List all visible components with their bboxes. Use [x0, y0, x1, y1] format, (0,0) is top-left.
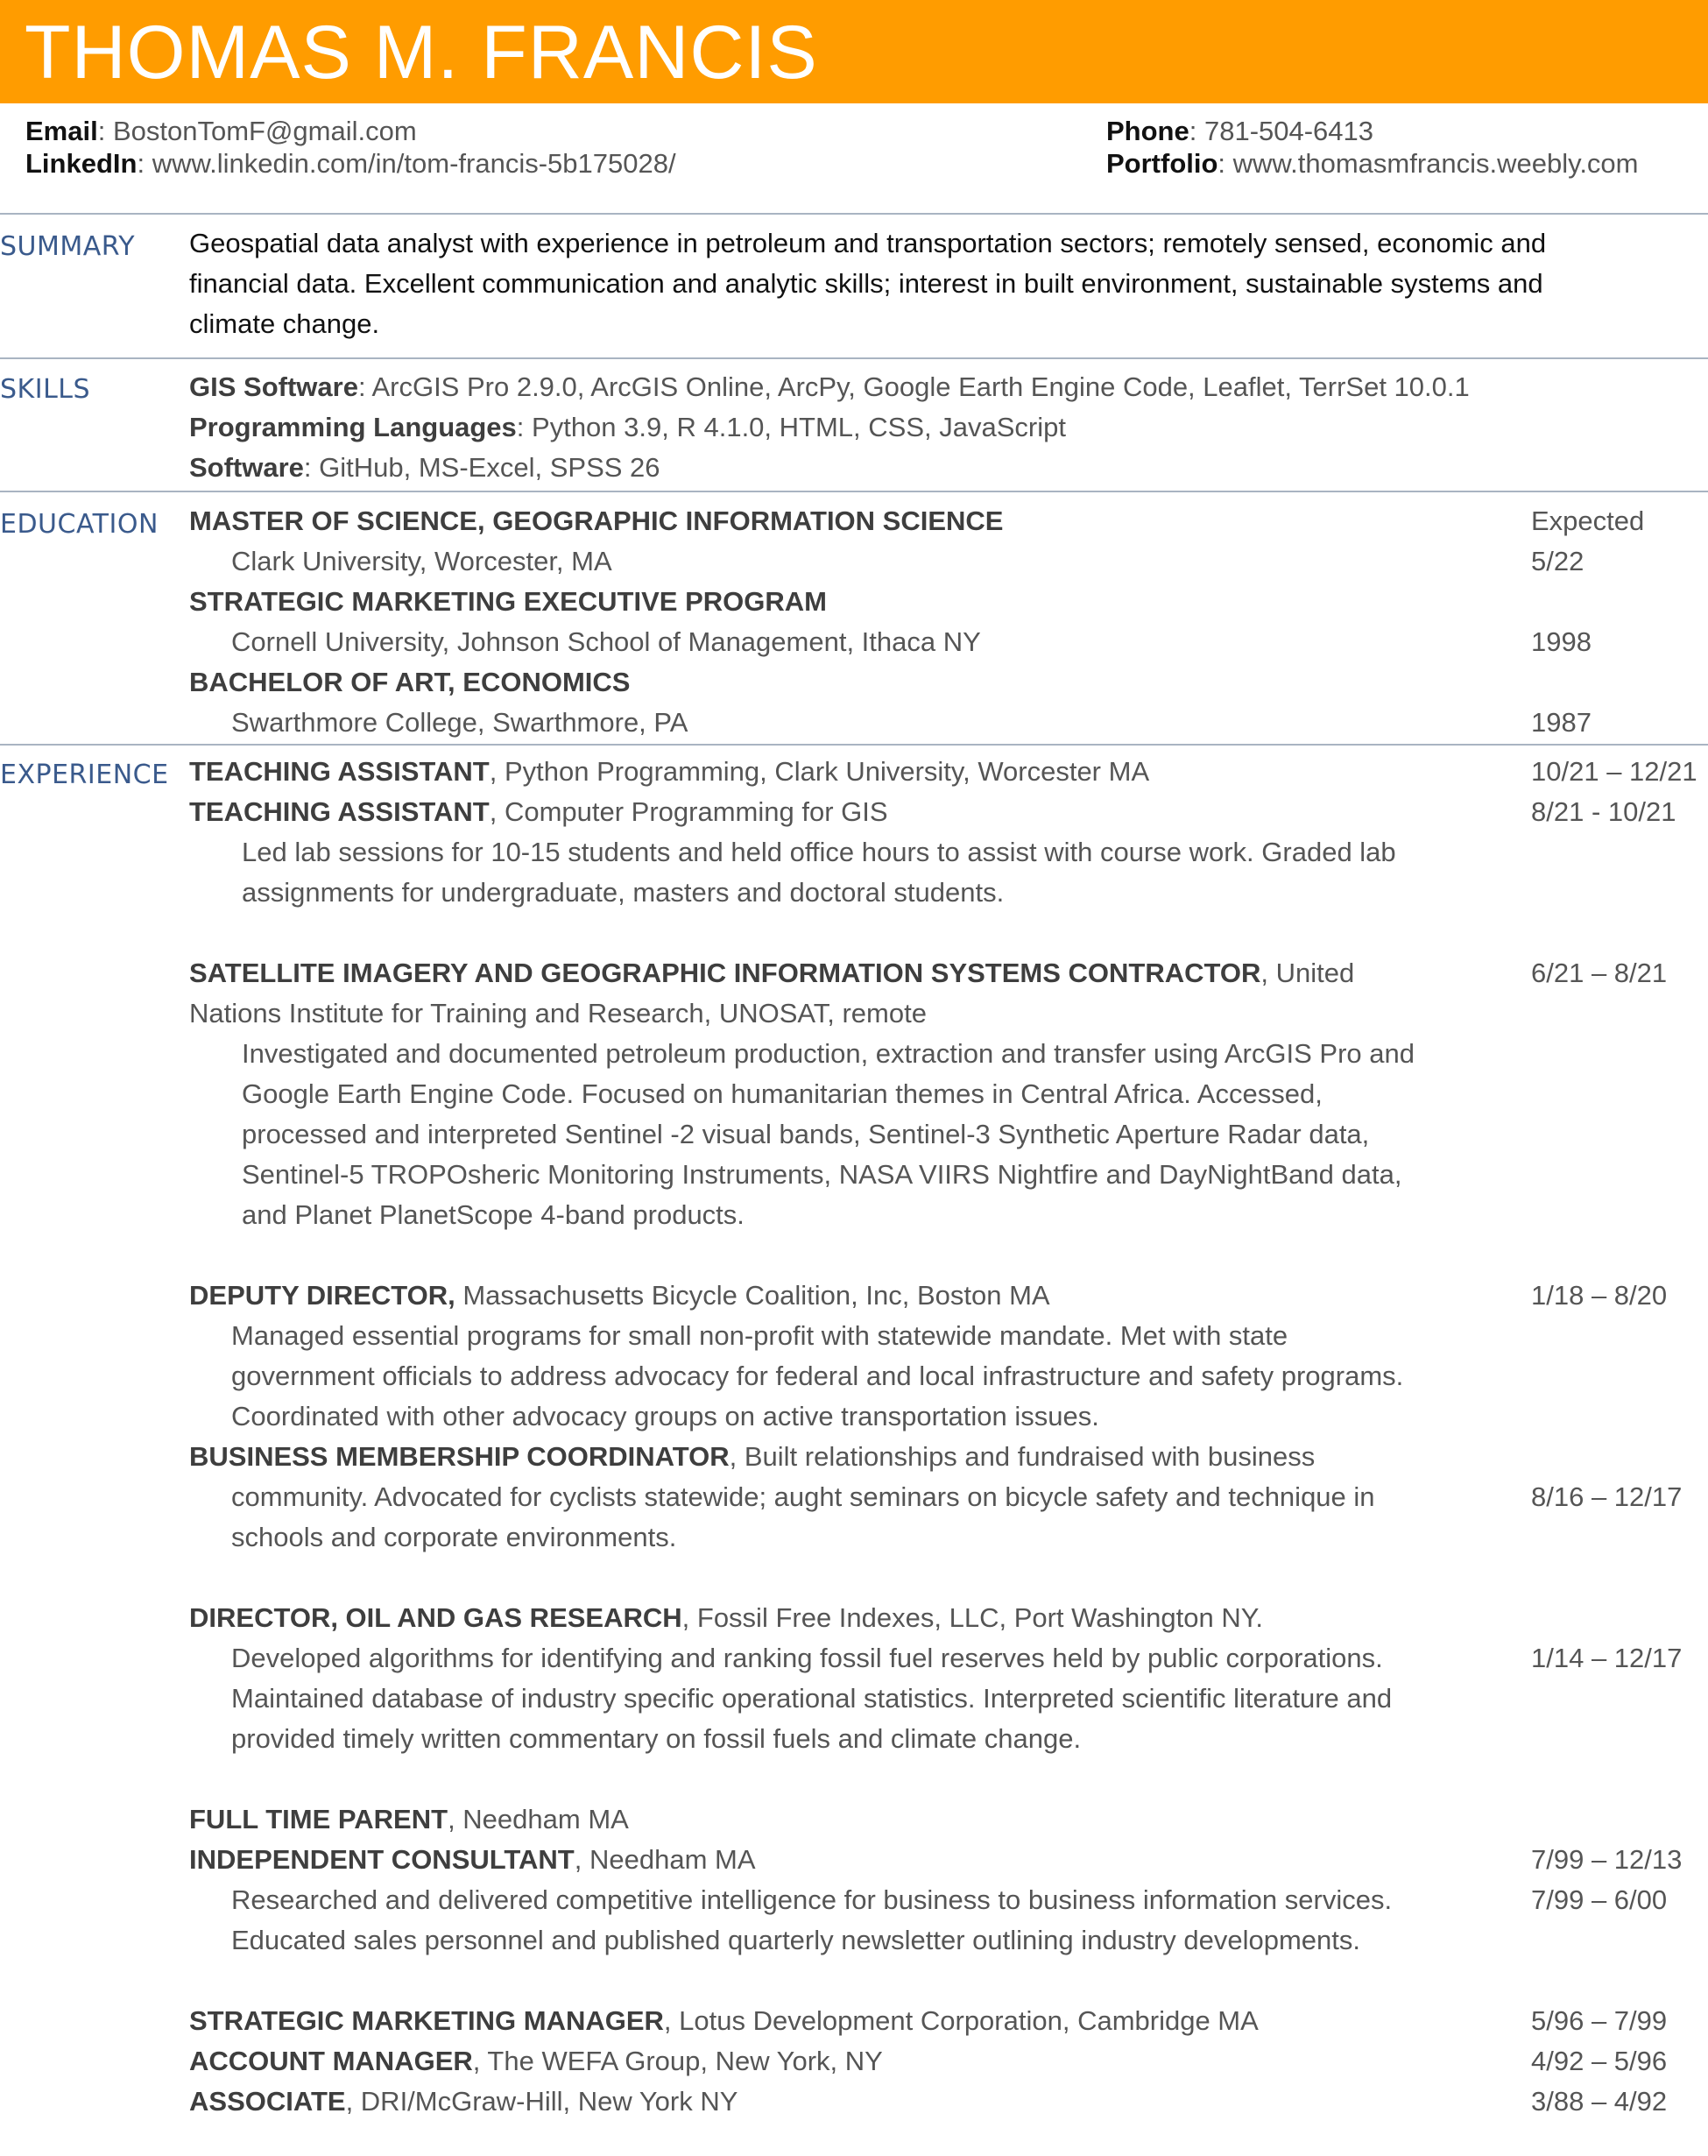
- job-heading: FULL TIME PARENT, Needham MA: [189, 1804, 629, 1834]
- header-bar: THOMAS M. FRANCIS: [0, 0, 1708, 103]
- skill-value: Python 3.9, R 4.1.0, HTML, CSS, JavaScri…: [532, 412, 1066, 442]
- email-line: Email: BostonTomF@gmail.com: [25, 116, 417, 146]
- education-date: 1987: [1531, 707, 1592, 738]
- portfolio-line: Portfolio: www.thomasmfrancis.weebly.com: [1106, 148, 1639, 179]
- job-description: processed and interpreted Sentinel -2 vi…: [242, 1119, 1370, 1149]
- job-description: government officials to address advocacy…: [231, 1361, 1404, 1391]
- education-date: 1998: [1531, 626, 1592, 657]
- skill-name: Software: [189, 452, 304, 483]
- job-description: Coordinated with other advocacy groups o…: [231, 1401, 1099, 1431]
- education-date: 5/22: [1531, 546, 1584, 576]
- education-school: Cornell University, Johnson School of Ma…: [231, 626, 981, 657]
- candidate-name: THOMAS M. FRANCIS: [25, 11, 818, 95]
- education-date: Expected: [1531, 505, 1645, 536]
- email-label: Email: [25, 116, 98, 146]
- section-label-skills: SKILLS: [0, 374, 91, 405]
- divider: [0, 744, 1708, 746]
- job-description: Sentinel-5 TROPOsheric Monitoring Instru…: [242, 1159, 1402, 1190]
- job-heading: TEACHING ASSISTANT, Python Programming, …: [189, 756, 1150, 787]
- phone-label: Phone: [1106, 116, 1189, 146]
- skill-line: GIS Software: ArcGIS Pro 2.9.0, ArcGIS O…: [189, 371, 1470, 402]
- linkedin-label: LinkedIn: [25, 148, 138, 179]
- skill-name: GIS Software: [189, 371, 358, 402]
- job-heading: SATELLITE IMAGERY AND GEOGRAPHIC INFORMA…: [189, 958, 1355, 988]
- job-date: 8/21 - 10/21: [1531, 796, 1676, 827]
- job-heading: DIRECTOR, OIL AND GAS RESEARCH, Fossil F…: [189, 1602, 1264, 1633]
- section-label-summary: SUMMARY: [0, 231, 136, 262]
- job-date: 10/21 – 12/21: [1531, 756, 1697, 787]
- job-date: 8/16 – 12/17: [1531, 1481, 1683, 1512]
- skill-value: ArcGIS Pro 2.9.0, ArcGIS Online, ArcPy, …: [371, 371, 1470, 402]
- job-org: Nations Institute for Training and Resea…: [189, 998, 927, 1029]
- job-date: 3/88 – 4/92: [1531, 2086, 1668, 2117]
- job-description: provided timely written commentary on fo…: [231, 1723, 1082, 1754]
- linkedin-line: LinkedIn: www.linkedin.com/in/tom-franci…: [25, 148, 676, 179]
- skill-value: GitHub, MS-Excel, SPSS 26: [319, 452, 660, 483]
- job-date: 4/92 – 5/96: [1531, 2046, 1668, 2076]
- job-description: assignments for undergraduate, masters a…: [242, 877, 1005, 908]
- portfolio-label: Portfolio: [1106, 148, 1218, 179]
- education-school: Swarthmore College, Swarthmore, PA: [231, 707, 688, 738]
- portfolio-link[interactable]: www.thomasmfrancis.weebly.com: [1233, 148, 1639, 179]
- linkedin-link[interactable]: www.linkedin.com/in/tom-francis-5b175028…: [152, 148, 676, 179]
- job-heading: BUSINESS MEMBERSHIP COORDINATOR, Built r…: [189, 1441, 1316, 1472]
- job-description: Managed essential programs for small non…: [231, 1320, 1288, 1351]
- divider: [0, 491, 1708, 492]
- job-description: Educated sales personnel and published q…: [231, 1925, 1361, 1955]
- skill-line: Programming Languages: Python 3.9, R 4.1…: [189, 412, 1066, 442]
- email-link[interactable]: BostonTomF@gmail.com: [113, 116, 417, 146]
- job-description: Maintained database of industry specific…: [231, 1683, 1393, 1714]
- job-date: 1/14 – 12/17: [1531, 1643, 1683, 1673]
- divider: [0, 213, 1708, 215]
- job-description: Investigated and documented petroleum pr…: [242, 1038, 1415, 1069]
- job-date: 1/18 – 8/20: [1531, 1280, 1668, 1311]
- job-description: Google Earth Engine Code. Focused on hum…: [242, 1078, 1323, 1109]
- job-description: schools and corporate environments.: [231, 1522, 677, 1552]
- job-description: and Planet PlanetScope 4-band products.: [242, 1199, 745, 1230]
- education-school: Clark University, Worcester, MA: [231, 546, 612, 576]
- job-description: community. Advocated for cyclists statew…: [231, 1481, 1375, 1512]
- job-heading: ASSOCIATE, DRI/McGraw-Hill, New York NY: [189, 2086, 738, 2117]
- job-heading: TEACHING ASSISTANT, Computer Programming…: [189, 796, 888, 827]
- summary-line: financial data. Excellent communication …: [189, 268, 1543, 299]
- job-date: 6/21 – 8/21: [1531, 958, 1668, 988]
- job-description: Developed algorithms for identifying and…: [231, 1643, 1383, 1673]
- summary-line: Geospatial data analyst with experience …: [189, 228, 1547, 258]
- skill-line: Software: GitHub, MS-Excel, SPSS 26: [189, 452, 660, 483]
- skill-name: Programming Languages: [189, 412, 517, 442]
- job-heading: STRATEGIC MARKETING MANAGER, Lotus Devel…: [189, 2005, 1259, 2036]
- section-label-education: EDUCATION: [0, 509, 159, 540]
- education-degree: BACHELOR OF ART, ECONOMICS: [189, 667, 631, 697]
- job-date: 7/99 – 12/13: [1531, 1844, 1683, 1875]
- divider: [0, 357, 1708, 359]
- job-description: Researched and delivered competitive int…: [231, 1884, 1393, 1915]
- section-label-experience: EXPERIENCE: [0, 760, 169, 790]
- summary-line: climate change.: [189, 308, 380, 339]
- education-degree: STRATEGIC MARKETING EXECUTIVE PROGRAM: [189, 586, 827, 617]
- education-degree: MASTER OF SCIENCE, GEOGRAPHIC INFORMATIO…: [189, 505, 1004, 536]
- job-heading: ACCOUNT MANAGER, The WEFA Group, New Yor…: [189, 2046, 883, 2076]
- job-heading: INDEPENDENT CONSULTANT, Needham MA: [189, 1844, 756, 1875]
- job-description: Led lab sessions for 10-15 students and …: [242, 837, 1396, 867]
- phone-number: 781-504-6413: [1203, 116, 1374, 146]
- job-heading: DEPUTY DIRECTOR, Massachusetts Bicycle C…: [189, 1280, 1050, 1311]
- job-date: 5/96 – 7/99: [1531, 2005, 1668, 2036]
- job-date: 7/99 – 6/00: [1531, 1884, 1668, 1915]
- phone-line: Phone: 781-504-6413: [1106, 116, 1374, 146]
